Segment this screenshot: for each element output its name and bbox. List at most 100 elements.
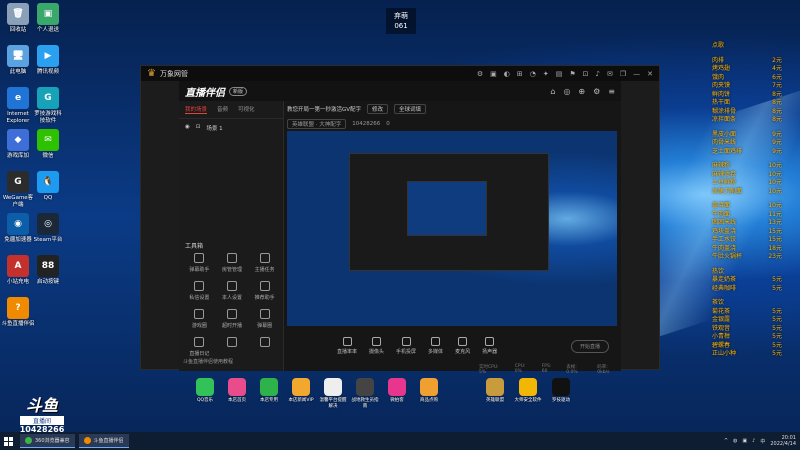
titlebar-tool-icon[interactable]: — [633, 70, 640, 78]
control-label: 手机投屏 [396, 349, 417, 355]
dock-app[interactable]: 商品点购 [414, 378, 444, 404]
price-item-name: 麻辣烫卷 [712, 170, 737, 178]
price-row: 土豆鲜粉 10元 [712, 179, 798, 188]
clock[interactable]: 20:01 2022/4/14 [770, 435, 796, 447]
toolbox-item[interactable]: 私信设置 [183, 281, 216, 301]
tool-icon [259, 309, 270, 319]
titlebar-tool-icon[interactable]: ◔ [530, 70, 536, 78]
control-label: 摄像头 [369, 349, 385, 355]
room-category[interactable]: 全球词填 [394, 104, 427, 114]
dock-app[interactable]: 罗技驱动 [546, 378, 576, 404]
dock-app[interactable]: 本店专用 [254, 378, 284, 404]
dock-app-label: 罗技驱动 [552, 398, 570, 403]
header-tool-icon[interactable]: ⌂ [550, 87, 555, 96]
taskbar: 360浏览器兼容 斗鱼直播伴侣 ^ ◍ ▣ ♪ 中 20:01 2022/4/14 [0, 432, 800, 450]
dock-app[interactable]: 战地救生员指 南 [350, 378, 380, 409]
dock-app[interactable]: QQ音乐 [190, 378, 220, 404]
tray-icon[interactable]: ▣ [742, 438, 747, 445]
desktop-icon-label: Steam平台 [33, 237, 63, 243]
titlebar-tool-icon[interactable]: ⊡ [583, 70, 589, 78]
titlebar-tool-icon[interactable]: ▣ [490, 70, 497, 78]
app-window[interactable]: ♛ 万象网管 ⚙ ▣ ◐ ⊞ ◔ ✦ ▤ ⚑ ⊡ ♪ ✉ ❐ — ✕ 直播伴侣 新版 ⌂ ◎ ⊕ ⚙ ≡ 我的场景… [140, 65, 660, 375]
titlebar-tool-icon[interactable]: ◐ [504, 70, 510, 78]
dock-app[interactable]: 本店新闻VIP [286, 378, 316, 404]
dock-app[interactable]: 微拍客 [382, 378, 412, 404]
brand-badge[interactable]: 新版 [229, 86, 248, 96]
tool-icon [226, 281, 237, 291]
tray-icon[interactable]: ♪ [752, 438, 755, 445]
status-item: FPS: 60 [541, 364, 552, 374]
titlebar-tool-icon[interactable]: ⚙ [477, 70, 483, 78]
header-tool-icon[interactable]: ⚙ [593, 87, 600, 96]
control-button[interactable]: 麦克风 [455, 337, 470, 355]
lock-icon[interactable]: ⊡ [196, 124, 201, 132]
toolbox-item[interactable]: 弹幕圈 [248, 309, 281, 329]
dock-app[interactable]: 英雄联盟 [480, 378, 510, 404]
dock-app[interactable]: 大师安全软件 [513, 378, 543, 404]
control-button[interactable]: 多媒体 [428, 337, 443, 355]
control-button[interactable]: 扬声器 [482, 337, 497, 355]
desktop-icon-personal-folder[interactable]: ▣ 个人退送 [28, 3, 68, 34]
room-label2[interactable]: 英雄联盟 · 大神配字 [287, 119, 347, 129]
control-button[interactable]: 直播率率 [337, 337, 357, 355]
toolbox-item[interactable]: 主播任务 [248, 253, 281, 273]
desktop-icon-obs-key[interactable]: 88 启动按键 [28, 255, 68, 286]
start-stream-button[interactable]: 开始直播 [570, 339, 609, 353]
this-pc-icon: 🖥 [7, 45, 29, 67]
desktop-icon-qq[interactable]: 🐧 QQ [28, 171, 68, 202]
toolbox-item[interactable]: 推荐助手 [248, 281, 281, 301]
header-tool-icon[interactable]: ◎ [563, 87, 570, 96]
control-button[interactable]: 手机投屏 [396, 337, 416, 355]
scene-row[interactable]: ◉ ⊡ 场景 1 [179, 119, 283, 137]
left-panel: 我的场景 音频 可视化 ◉ ⊡ 场景 1 工具箱 弹幕助手 房管管理 主播任务 私信设置 本… [179, 101, 284, 371]
dock-app[interactable]: 本店首页 [222, 378, 252, 404]
desktop-icon-luoji-game[interactable]: G 罗技游戏科 技软件 [28, 87, 68, 125]
desktop-icon-wechat[interactable]: ✉ 微信 [28, 129, 68, 160]
stream-app-brand: 直播伴侣 [185, 87, 225, 99]
eye-icon[interactable]: ◉ [185, 124, 190, 132]
toolbox-item[interactable]: 本人设置 [216, 281, 249, 301]
room-fans: 0 [386, 121, 390, 127]
control-icon [458, 337, 468, 346]
toolbox-item[interactable]: 弹幕助手 [183, 253, 216, 273]
controls: 直播率率 摄像头 手机投屏 多媒体 麦克风 扬声器 [337, 337, 497, 355]
desktop-icon-tencent-video[interactable]: ▶ 腾讯视频 [28, 45, 68, 76]
toolbox-item[interactable] [216, 337, 249, 357]
titlebar-tool-icon[interactable]: ✉ [607, 70, 613, 78]
price-row: 盖浇面 10元 [712, 202, 798, 211]
left-tab[interactable]: 我的场景 [185, 105, 208, 114]
status-row: 实时CPU: 5% CPU: 0% FPS: 60 丢帧: 0.0% 码率: 0kb/s [479, 364, 621, 375]
left-tab[interactable]: 可视化 [238, 105, 255, 114]
left-tab[interactable]: 音频 [217, 105, 228, 114]
desktop-icon-steam[interactable]: ◎ Steam平台 [28, 213, 68, 244]
toolbox-item[interactable]: 直播日记 [183, 337, 216, 357]
tray-icon[interactable]: ^ [724, 438, 728, 445]
titlebar-tool-icon[interactable]: ⊞ [517, 70, 523, 78]
app-titlebar[interactable]: ♛ 万象网管 ⚙ ▣ ◐ ⊞ ◔ ✦ ▤ ⚑ ⊡ ♪ ✉ ❐ — ✕ [141, 66, 659, 81]
control-button[interactable]: 摄像头 [369, 337, 384, 355]
toolbox-item[interactable]: 游戏圈 [183, 309, 216, 329]
dock-app[interactable]: 温馨平台提醒 解决 [318, 378, 348, 409]
edit-title-button[interactable]: 修改 [367, 104, 389, 114]
toolbox-item[interactable]: 超时开播 [216, 309, 249, 329]
start-button[interactable] [0, 432, 16, 450]
header-tool-icon[interactable]: ⊕ [578, 87, 585, 96]
tray-icon[interactable]: ◍ [733, 438, 737, 445]
desktop-icon-douyu-helper[interactable]: ? 斗鱼直播伴侣 [0, 297, 38, 328]
header-tool-icon[interactable]: ≡ [608, 87, 615, 96]
titlebar-tool-icon[interactable]: ⚑ [569, 70, 575, 78]
toolbox-item[interactable] [248, 337, 281, 357]
tray-icon[interactable]: 中 [760, 438, 765, 445]
titlebar-tool-icon[interactable]: ❐ [620, 70, 626, 78]
taskbar-item[interactable]: 斗鱼直播伴侣 [78, 434, 129, 448]
tutorial-link[interactable]: 斗鱼直播伴侣使用教程 [183, 358, 233, 365]
price-item-value: 10元 [768, 187, 782, 195]
titlebar-tool-icon[interactable]: ▤ [556, 70, 563, 78]
taskbar-item[interactable]: 360浏览器兼容 [20, 434, 75, 448]
stream-preview[interactable] [287, 131, 617, 326]
tool-label: 房管管理 [221, 267, 242, 273]
titlebar-tool-icon[interactable]: ✕ [647, 70, 653, 78]
titlebar-tool-icon[interactable]: ♪ [596, 70, 600, 78]
toolbox-item[interactable]: 房管管理 [216, 253, 249, 273]
titlebar-tool-icon[interactable]: ✦ [543, 70, 549, 78]
